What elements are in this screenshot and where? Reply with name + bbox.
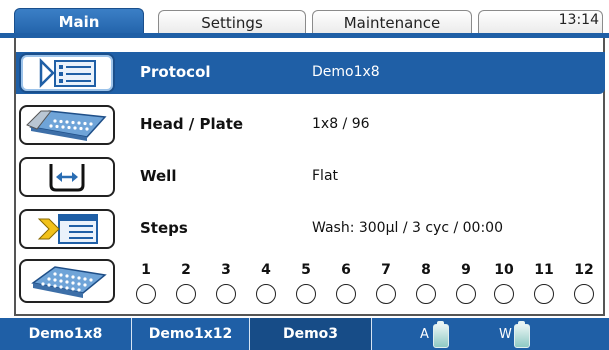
well-column[interactable]: 6 [336,262,360,306]
well-number: 4 [261,262,271,278]
well-column[interactable]: 4 [256,262,280,306]
well-column[interactable]: 10 [494,262,518,306]
steps-list-icon [37,214,98,244]
well-shape-icon [49,164,85,192]
well-column[interactable]: 5 [296,262,320,306]
well-indicator[interactable] [416,284,436,304]
well-indicator[interactable] [216,284,236,304]
protocol-list-icon [39,57,96,89]
protocol-value: Demo1x8 [312,64,380,80]
well-indicator[interactable] [176,284,196,304]
well-column[interactable]: 2 [176,262,200,306]
head-plate-button[interactable] [19,105,115,145]
well-indicator[interactable] [136,284,156,304]
well-indicator[interactable] [376,284,396,304]
well-indicator[interactable] [456,284,476,304]
steps-label: Steps [140,219,188,237]
quick-protocol-button-3[interactable]: Demo3 [250,318,372,350]
bottle-w-icon [514,321,530,348]
head-plate-label: Head / Plate [140,115,244,133]
head-plate-row[interactable]: Head / Plate 1x8 / 96 [16,104,604,146]
well-number: 7 [381,262,391,278]
well-column[interactable]: 8 [416,262,440,306]
tab-bar: Main Settings Maintenance 13:14 [0,0,609,38]
well-button[interactable] [19,157,115,197]
well-value: Flat [312,168,339,184]
well-indicator[interactable] [296,284,316,304]
bottle-w-label: W [499,327,512,342]
well-indicator[interactable] [336,284,356,304]
well-number: 11 [534,262,554,278]
well-number: 6 [341,262,351,278]
well-indicator[interactable] [494,284,514,304]
well-column[interactable]: 3 [216,262,240,306]
well-columns: 1 2 3 4 5 6 7 8 9 10 11 12 [136,262,596,304]
steps-button[interactable] [19,209,115,249]
well-indicator[interactable] [256,284,276,304]
steps-row[interactable]: Steps Wash: 300µl / 3 cyc / 00:00 [16,208,604,250]
bottle-a-icon [433,321,449,348]
quick-protocol-button-1[interactable]: Demo1x8 [0,318,132,350]
well-column[interactable]: 9 [456,262,480,306]
head-plate-icon [26,110,107,141]
well-number: 9 [461,262,471,278]
well-number: 3 [221,262,231,278]
well-column[interactable]: 11 [534,262,558,306]
well-column[interactable]: 1 [136,262,160,306]
well-number: 2 [181,262,191,278]
bottle-a-label: A [420,327,429,342]
protocol-label: Protocol [140,63,211,81]
well-number: 12 [574,262,594,278]
plate-icon [31,266,107,298]
well-number: 8 [421,262,431,278]
well-indicator[interactable] [534,284,554,304]
plate-button[interactable] [19,259,115,303]
clock: 13:14 [558,12,599,28]
well-row[interactable]: Well Flat [16,156,604,198]
protocol-row[interactable]: Protocol Demo1x8 [16,52,605,94]
protocol-button[interactable] [19,53,115,93]
well-number: 1 [141,262,151,278]
well-column[interactable]: 12 [574,262,598,306]
steps-value: Wash: 300µl / 3 cyc / 00:00 [312,220,503,236]
bottom-bar: Demo1x8 Demo1x12 Demo3 A W [0,318,609,350]
wells-row: 1 2 3 4 5 6 7 8 9 10 11 12 [16,258,604,310]
well-indicator[interactable] [574,284,594,304]
well-number: 5 [301,262,311,278]
well-column[interactable]: 7 [376,262,400,306]
quick-protocol-button-2[interactable]: Demo1x12 [132,318,250,350]
well-label: Well [140,167,177,185]
head-plate-value: 1x8 / 96 [312,116,370,132]
well-number: 10 [494,262,514,278]
